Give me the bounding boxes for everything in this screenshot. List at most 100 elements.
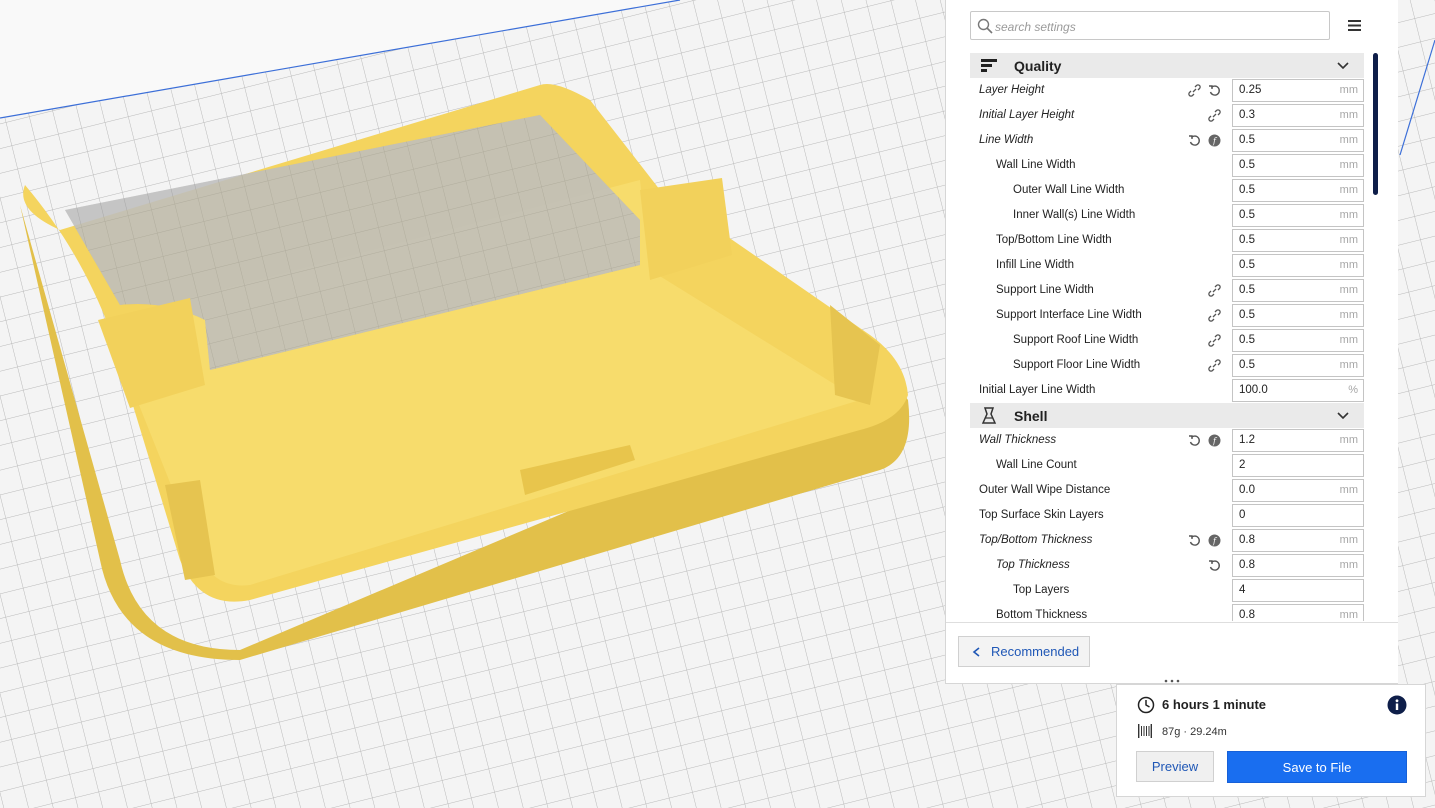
setting-support-line-width: Support Line Width 0.5 mm: [970, 278, 1364, 303]
print-summary-panel: 6 hours 1 minute 87g · 29.24m Preview Sa…: [1116, 684, 1426, 797]
panel-divider: [946, 622, 1398, 623]
setting-label: Line Width: [979, 134, 1034, 146]
setting-top-bottom-line-width: Top/Bottom Line Width 0.5 mm: [970, 228, 1364, 253]
recommended-button[interactable]: Recommended: [958, 636, 1090, 667]
link-icon: [1208, 109, 1221, 122]
custom-settings-panel: Quality Layer Height 0.25mm Initial Laye…: [945, 0, 1398, 684]
setting-layer-height: Layer Height 0.25 mm: [970, 78, 1364, 103]
setting-wall-line-count: Wall Line Count 2: [970, 453, 1364, 478]
link-icon: [1188, 84, 1201, 97]
recommended-label: Recommended: [991, 644, 1080, 659]
category-label: Shell: [1014, 407, 1048, 424]
setting-label: Outer Wall Wipe Distance: [979, 484, 1111, 496]
setting-wall-thickness: Wall Thickness f 1.2 mm: [970, 428, 1364, 453]
reset-icon[interactable]: [1188, 434, 1201, 447]
spool-icon: [1138, 724, 1152, 738]
reset-icon[interactable]: [1188, 134, 1201, 147]
search-box[interactable]: [970, 11, 1330, 40]
search-input[interactable]: [993, 15, 1327, 38]
setting-label: Support Line Width: [996, 284, 1094, 296]
setting-value-field[interactable]: 1.2 mm: [1232, 429, 1364, 452]
setting-value-field[interactable]: 0.25 mm: [1232, 79, 1364, 102]
link-icon: [1208, 359, 1221, 372]
setting-value-field[interactable]: 0.5 mm: [1232, 129, 1364, 152]
setting-support-floor-line-width: Support Floor Line Width 0.5 mm: [970, 353, 1364, 378]
link-icon: [1208, 309, 1221, 322]
reset-icon[interactable]: [1208, 84, 1221, 97]
setting-value-field[interactable]: 0.8 mm: [1232, 604, 1364, 621]
setting-infill-line-width: Infill Line Width 0.5 mm: [970, 253, 1364, 278]
setting-label: Top/Bottom Line Width: [996, 234, 1112, 246]
setting-initial-layer-line-width: Initial Layer Line Width 100.0%: [970, 378, 1364, 403]
setting-label: Support Interface Line Width: [996, 309, 1142, 321]
setting-outer-wall-wipe-distance: Outer Wall Wipe Distance 0.0 mm: [970, 478, 1364, 503]
setting-value-field[interactable]: 100.0%: [1232, 379, 1364, 402]
setting-value-field[interactable]: 0.5 mm: [1232, 204, 1364, 227]
clock-icon: [1137, 696, 1155, 714]
chevron-down-icon: [1337, 411, 1349, 419]
setting-label: Outer Wall Line Width: [1013, 184, 1125, 196]
link-icon: [1208, 334, 1221, 347]
print-time: 6 hours 1 minute: [1162, 697, 1267, 712]
chevron-left-icon: [972, 646, 980, 657]
setting-value-field[interactable]: 2: [1232, 454, 1364, 477]
save-to-file-button[interactable]: Save to File: [1227, 751, 1407, 783]
quality-icon: [981, 58, 997, 72]
setting-value-field[interactable]: 4: [1232, 579, 1364, 602]
setting-value-field[interactable]: 0.8 mm: [1232, 529, 1364, 552]
category-shell[interactable]: Shell: [970, 403, 1364, 428]
settings-list[interactable]: Quality Layer Height 0.25 mm Initial Laye…: [970, 53, 1364, 621]
setting-value-field[interactable]: 0.0 mm: [1232, 479, 1364, 502]
setting-label: Wall Thickness: [979, 434, 1057, 446]
function-icon[interactable]: f: [1208, 134, 1221, 147]
setting-value-field[interactable]: 0.5 mm: [1232, 329, 1364, 352]
setting-value-field[interactable]: 0: [1232, 504, 1364, 527]
setting-label: Support Floor Line Width: [1013, 359, 1141, 371]
settings-scrollbar[interactable]: [1373, 53, 1378, 195]
preview-button[interactable]: Preview: [1136, 751, 1214, 782]
setting-label: Layer Height: [979, 84, 1045, 96]
shell-icon: [981, 406, 997, 424]
reset-icon[interactable]: [1208, 559, 1221, 572]
category-label: Quality: [1014, 57, 1062, 74]
setting-label: Top/Bottom Thickness: [979, 534, 1093, 546]
setting-label: Initial Layer Height: [979, 109, 1075, 121]
setting-top-bottom-thickness: Top/Bottom Thickness f 0.8 mm: [970, 528, 1364, 553]
search-icon: [977, 18, 993, 34]
setting-value-field[interactable]: 0.5 mm: [1232, 304, 1364, 327]
link-icon: [1208, 284, 1221, 297]
setting-bottom-thickness: Bottom Thickness 0.8 mm: [970, 603, 1364, 621]
setting-label: Wall Line Width: [996, 159, 1076, 171]
setting-label: Top Surface Skin Layers: [979, 509, 1104, 521]
setting-top-surface-skin-layers: Top Surface Skin Layers 0: [970, 503, 1364, 528]
setting-value-field[interactable]: 0.8 mm: [1232, 554, 1364, 577]
setting-line-width: Line Width f 0.5 mm: [970, 128, 1364, 153]
settings-menu-icon[interactable]: [1345, 15, 1365, 35]
setting-wall-line-width: Wall Line Width 0.5 mm: [970, 153, 1364, 178]
setting-value-field[interactable]: 0.3 mm: [1232, 104, 1364, 127]
setting-top-thickness: Top Thickness 0.8 mm: [970, 553, 1364, 578]
setting-label: Bottom Thickness: [996, 609, 1088, 621]
reset-icon[interactable]: [1188, 534, 1201, 547]
setting-value-field[interactable]: 0.5 mm: [1232, 154, 1364, 177]
category-quality[interactable]: Quality: [970, 53, 1364, 78]
setting-label: Support Roof Line Width: [1013, 334, 1139, 346]
function-icon[interactable]: f: [1208, 434, 1221, 447]
setting-support-interface-line-width: Support Interface Line Width 0.5 mm: [970, 303, 1364, 328]
setting-outer-wall-line-width: Outer Wall Line Width 0.5 mm: [970, 178, 1364, 203]
setting-support-roof-line-width: Support Roof Line Width 0.5 mm: [970, 328, 1364, 353]
setting-label: Infill Line Width: [996, 259, 1074, 271]
setting-value-field[interactable]: 0.5 mm: [1232, 254, 1364, 277]
material-usage: 87g · 29.24m: [1162, 726, 1227, 738]
setting-value-field[interactable]: 0.5 mm: [1232, 179, 1364, 202]
setting-top-layers: Top Layers 4: [970, 578, 1364, 603]
setting-label: Wall Line Count: [996, 459, 1077, 471]
setting-label: Top Layers: [1013, 584, 1070, 596]
setting-value-field[interactable]: 0.5 mm: [1232, 354, 1364, 377]
setting-value-field[interactable]: 0.5 mm: [1232, 279, 1364, 302]
info-icon[interactable]: [1387, 695, 1407, 715]
chevron-down-icon: [1337, 61, 1349, 69]
function-icon[interactable]: f: [1208, 534, 1221, 547]
setting-value-field[interactable]: 0.5 mm: [1232, 229, 1364, 252]
setting-initial-layer-height: Initial Layer Height 0.3 mm: [970, 103, 1364, 128]
